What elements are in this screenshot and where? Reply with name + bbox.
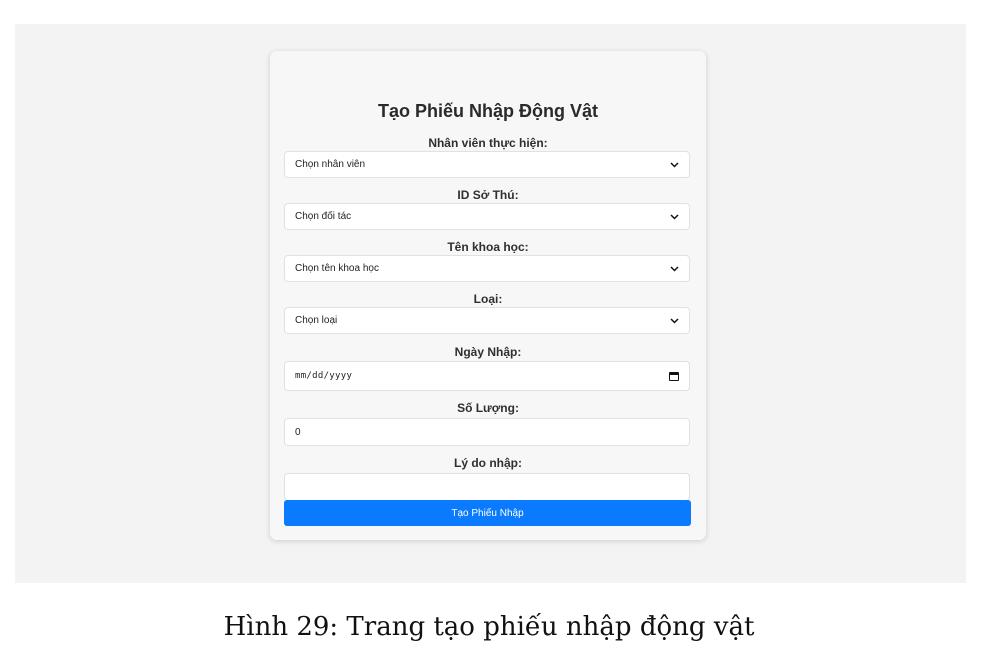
type-select-value: Chọn loại — [295, 315, 338, 326]
quantity-label: Số Lượng: — [457, 401, 519, 415]
form-card: Tạo Phiếu Nhập Động Vật Nhân viên thực h… — [270, 51, 706, 540]
app-screenshot: Tạo Phiếu Nhập Động Vật Nhân viên thực h… — [15, 24, 966, 583]
staff-label: Nhân viên thực hiện: — [428, 136, 548, 150]
zoo-id-select-value: Chọn đối tác — [295, 211, 352, 222]
staff-select[interactable]: Chọn nhân viên — [284, 151, 690, 178]
calendar-icon[interactable] — [669, 371, 679, 381]
chevron-down-icon — [669, 212, 679, 222]
scientific-name-select-value: Chọn tên khoa học — [295, 263, 379, 274]
chevron-down-icon — [669, 264, 679, 274]
staff-select-value: Chọn nhân viên — [295, 159, 366, 170]
zoo-id-select[interactable]: Chọn đối tác — [284, 203, 690, 230]
reason-label: Lý do nhập: — [454, 456, 522, 470]
import-date-label: Ngày Nhập: — [454, 345, 522, 359]
zoo-id-label: ID Sở Thú: — [457, 188, 519, 202]
create-receipt-button[interactable]: Tạo Phiếu Nhập — [284, 500, 691, 526]
type-select[interactable]: Chọn loại — [284, 307, 690, 334]
import-date-value: mm/dd/yyyy — [295, 371, 353, 381]
reason-input[interactable] — [284, 473, 690, 501]
quantity-value: 0 — [295, 426, 301, 438]
form-title: Tạo Phiếu Nhập Động Vật — [377, 101, 598, 121]
chevron-down-icon — [669, 316, 679, 326]
import-date-input[interactable]: mm/dd/yyyy — [284, 361, 690, 391]
chevron-down-icon — [669, 160, 679, 170]
scientific-name-select[interactable]: Chọn tên khoa học — [284, 255, 690, 282]
scientific-name-label: Tên khoa học: — [447, 240, 529, 254]
figure-caption: Hình 29: Trang tạo phiếu nhập động vật — [223, 612, 755, 642]
type-label: Loại: — [473, 292, 503, 306]
quantity-input[interactable]: 0 — [284, 418, 690, 446]
